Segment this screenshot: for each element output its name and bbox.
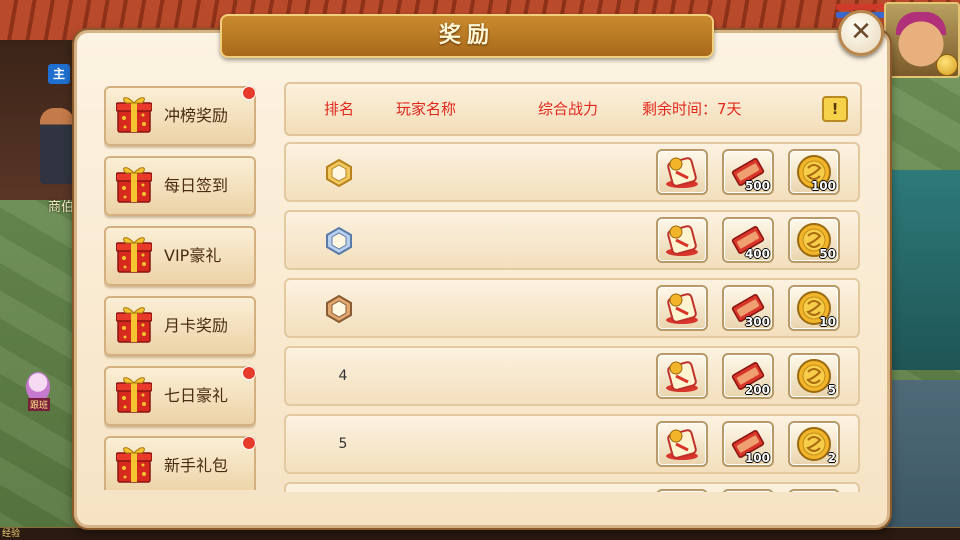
sidebar-item-5[interactable]: 新手礼包 [104,436,256,490]
reward-slot[interactable]: 50 [788,217,840,263]
reward-slot[interactable] [656,149,708,195]
gift-box-icon [115,94,153,134]
sidebar-item-label: 月卡奖励 [164,316,229,335]
reward-quantity: 500 [744,179,770,193]
sidebar-item-label: 每日签到 [164,176,229,195]
sidebar-item-label: 新手礼包 [164,456,229,475]
reward-slot[interactable]: 2 [788,421,840,467]
npc-character[interactable] [40,108,74,184]
main-quest-tag[interactable]: 主 [48,64,70,84]
exp-label: 经验 [2,529,21,539]
sidebar-item-label: 七日豪礼 [164,386,229,405]
reward-quantity: 10 [819,315,836,329]
sidebar-item-label: 冲榜奖励 [164,106,229,125]
header-rank: 排名 [324,100,355,118]
reward-slot[interactable] [656,421,708,467]
reward-slot[interactable]: 100 [788,149,840,195]
notification-dot [242,436,256,450]
sidebar-item-4[interactable]: 七日豪礼 [104,366,256,426]
notification-dot [242,366,256,380]
silver-medal-icon [324,226,354,256]
reward-quantity: 5 [827,383,836,397]
reward-quantity: 300 [744,315,770,329]
npc-name-label: 商伯 [48,200,75,215]
reward-slot[interactable] [656,285,708,331]
right-building [880,170,960,370]
gift-box-icon [115,444,153,484]
info-icon[interactable]: ! [822,96,848,122]
rank-list[interactable]: 500 100 400 50 300 10 4 200 5 5 100 2 [284,142,860,492]
gift-box-icon [115,304,153,344]
reward-slot[interactable]: 300 [722,285,774,331]
reward-slot[interactable]: 10 [788,285,840,331]
bronze-medal-icon [324,294,354,324]
pet-label: 跟班 [28,398,51,411]
sidebar-item-label: VIP豪礼 [164,246,222,265]
rank-table-header: 排名 玩家名称 综合战力 剩余时间：7天 ! [284,82,862,136]
gift-box-icon [115,234,153,274]
reward-quantity: 2 [827,451,836,465]
reward-slot[interactable]: 200 [722,353,774,399]
reward-slot[interactable] [656,353,708,399]
table-row[interactable]: 500 100 [284,142,860,202]
sidebar-item-0[interactable]: 冲榜奖励 [104,86,256,146]
header-power: 综合战力 [538,100,599,118]
header-time-left: 剩余时间：7天 [642,100,742,118]
sidebar-item-1[interactable]: 每日签到 [104,156,256,216]
reward-slot[interactable] [656,489,708,492]
reward-slot[interactable]: 400 [722,217,774,263]
table-row[interactable]: 4 200 5 [284,346,860,406]
sidebar-item-3[interactable]: 月卡奖励 [104,296,256,356]
reward-slot[interactable]: 5 [788,353,840,399]
reward-quantity: 100 [810,179,836,193]
reward-quantity: 50 [819,247,836,261]
sidebar-item-2[interactable]: VIP豪礼 [104,226,256,286]
table-row[interactable] [284,482,860,492]
reward-quantity: 200 [744,383,770,397]
gold-medal-icon [324,158,354,188]
notification-dot [242,86,256,100]
reward-slot[interactable] [656,217,708,263]
rank-number: 5 [338,436,348,452]
table-row[interactable]: 5 100 2 [284,414,860,474]
reward-sidebar: 冲榜奖励每日签到 VIP豪礼月卡奖励七日豪礼新手礼包 [104,86,256,490]
header-player-name: 玩家名称 [396,100,457,118]
reward-slot[interactable] [722,489,774,492]
close-button[interactable]: ✕ [838,10,884,56]
rank-number: 4 [338,368,348,384]
gift-box-icon [115,164,153,204]
avatar-coin-icon [936,54,958,76]
right-lower-building [880,380,960,540]
exp-bar: 经验 [0,527,960,540]
table-row[interactable]: 300 10 [284,278,860,338]
reward-quantity: 400 [744,247,770,261]
gift-box-icon [115,374,153,414]
reward-slot[interactable]: 100 [722,421,774,467]
reward-slot[interactable] [788,489,840,492]
reward-quantity: 100 [744,451,770,465]
reward-slot[interactable]: 500 [722,149,774,195]
panel-title: 奖励 [220,14,714,58]
table-row[interactable]: 400 50 [284,210,860,270]
